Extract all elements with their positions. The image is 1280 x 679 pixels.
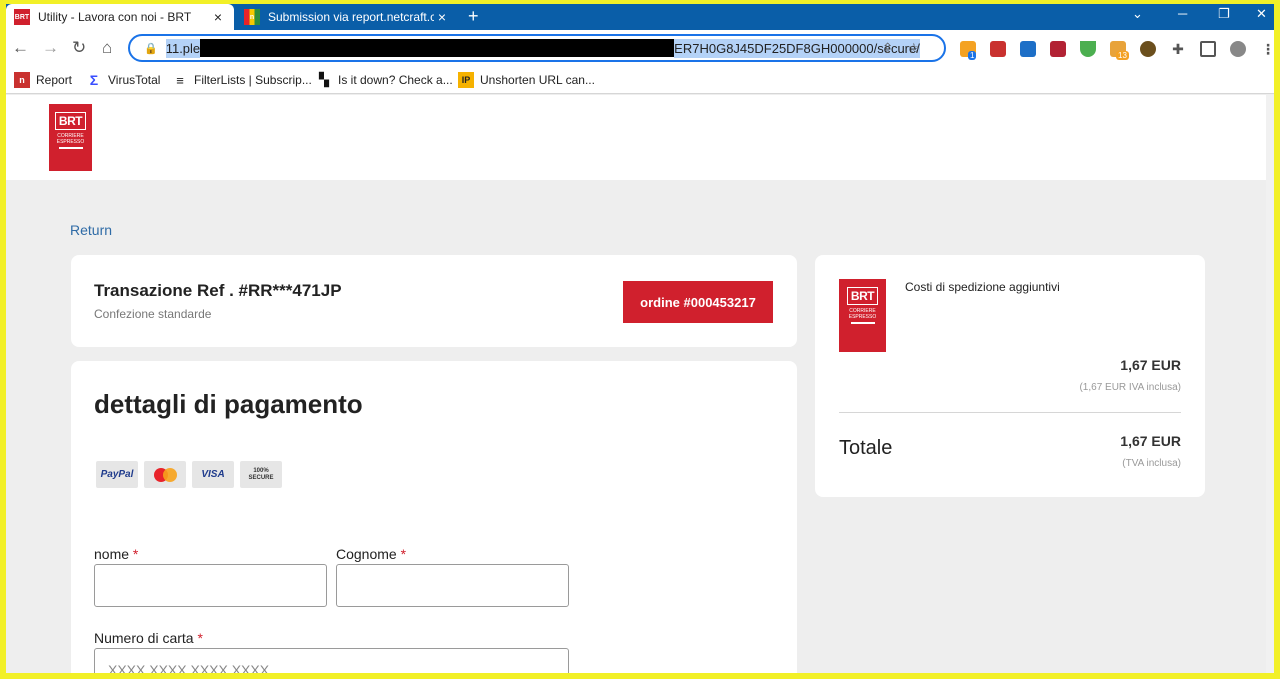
first-name-input[interactable] <box>94 564 327 607</box>
brt-logo[interactable]: BRT CORRIERE ESPRESSO <box>49 104 92 171</box>
filterlists-icon: ≡ <box>176 72 184 88</box>
flag-ext-icon[interactable] <box>1050 41 1066 57</box>
forward-button[interactable]: → <box>42 38 59 58</box>
payment-title: dettagli di pagamento <box>94 389 363 419</box>
total-label: Totale <box>839 437 893 459</box>
browser-toolbar: ← → ↻ ⌂ 🔒 11.ple ER7H0G8J45DF25DF8GH0000… <box>6 30 1274 66</box>
bookmark-label: Report <box>36 73 73 87</box>
brt-logo-small: BRT CORRIERE ESPRESSO <box>839 279 886 352</box>
total-price: 1,67 EUR <box>1120 433 1181 449</box>
tab-title: Utility - Lavora con noi - BRT <box>38 10 192 24</box>
card-logos: PayPal VISA 100% SECURE <box>96 461 282 488</box>
bookmark-label: FilterLists | Subscrip... <box>194 73 312 87</box>
unshorten-icon: IP <box>458 72 474 88</box>
globe-ext-icon[interactable] <box>1140 41 1156 57</box>
profile-avatar-icon[interactable] <box>1230 41 1246 57</box>
browser-window: BRT Utility - Lavora con noi - BRT × n S… <box>6 4 1274 673</box>
netcraft-icon: n <box>14 72 30 88</box>
address-bar[interactable]: 🔒 11.ple ER7H0G8J45DF25DF8GH000000/secur… <box>128 34 946 62</box>
total-vat-note: (TVA inclusa) <box>1122 458 1181 469</box>
share-star-icons[interactable]: ⇪☆ <box>882 40 934 57</box>
ext-badge: 13 <box>1116 51 1129 60</box>
back-button[interactable]: ← <box>12 38 29 58</box>
shield-ext-icon[interactable] <box>1020 41 1036 57</box>
page-scrollbar[interactable] <box>1266 95 1274 673</box>
ext-badge: 1 <box>968 51 977 60</box>
tab-netcraft[interactable]: n Submission via report.netcraft.co × <box>236 4 458 30</box>
minimize-button[interactable]: ─ <box>1178 6 1187 21</box>
restore-button[interactable]: ❐ <box>1218 6 1230 22</box>
order-badge: ordine #000453217 <box>623 281 773 323</box>
url-start: 11.ple <box>165 38 201 58</box>
virustotal-icon: Σ <box>89 72 99 88</box>
reload-button[interactable]: ↻ <box>72 38 86 58</box>
secure-badge-icon: 100% SECURE <box>240 461 282 488</box>
bookmark-isitdown[interactable]: ▚ Is it down? Check a... <box>316 72 453 88</box>
last-name-label: Cognome * <box>336 546 407 562</box>
new-tab-button[interactable]: + <box>468 6 479 27</box>
url-redaction <box>200 39 675 57</box>
return-link[interactable]: Return <box>70 222 112 238</box>
site-header: BRT CORRIERE ESPRESSO <box>6 95 1274 180</box>
tab-bar: BRT Utility - Lavora con noi - BRT × n S… <box>6 4 1274 30</box>
shipping-description: Costi di spedizione aggiuntivi <box>905 280 1060 294</box>
card-number-input[interactable] <box>94 648 569 673</box>
kebab-menu-icon[interactable]: ⋮ <box>1260 41 1274 57</box>
summary-divider <box>839 412 1181 413</box>
shipping-price: 1,67 EUR <box>1120 357 1181 373</box>
last-name-input[interactable] <box>336 564 569 607</box>
brt-favicon-icon: BRT <box>14 9 30 25</box>
tab-search-icon[interactable]: ⌄ <box>1132 6 1143 22</box>
close-window-button[interactable]: ✕ <box>1256 6 1267 22</box>
lock-icon[interactable]: 🔒 <box>144 42 158 55</box>
bookmark-label: Is it down? Check a... <box>338 73 453 87</box>
isitdown-icon: ▚ <box>319 72 329 87</box>
bookmark-virustotal[interactable]: Σ VirusTotal <box>86 72 161 88</box>
payment-card: dettagli di pagamento PayPal VISA 100% S… <box>71 361 797 673</box>
close-tab-icon[interactable]: × <box>210 9 226 25</box>
card-number-label: Numero di carta * <box>94 630 203 646</box>
shipping-vat-note: (1,67 EUR IVA inclusa) <box>1079 382 1181 393</box>
mastercard-icon <box>144 461 186 488</box>
bookmark-label: VirusTotal <box>108 73 161 87</box>
side-panel-icon[interactable] <box>1200 41 1216 57</box>
transaction-ref: Transazione Ref . #RR***471JP <box>94 281 342 300</box>
netcraft-ext-icon[interactable] <box>990 41 1006 57</box>
tab-brt[interactable]: BRT Utility - Lavora con noi - BRT × <box>6 4 234 30</box>
bookmark-label: Unshorten URL can... <box>480 73 595 87</box>
visa-icon: VISA <box>192 461 234 488</box>
transaction-subtitle: Confezione standarde <box>94 307 212 321</box>
bookmarks-bar: n Report Σ VirusTotal ≡ FilterLists | Su… <box>6 66 1274 94</box>
order-summary-card: BRT CORRIERE ESPRESSO Costi di spedizion… <box>815 255 1205 497</box>
adguard-ext-icon[interactable] <box>1080 41 1096 57</box>
netcraft-favicon-icon: n <box>244 9 260 25</box>
bookmark-report[interactable]: n Report <box>14 72 72 88</box>
home-button[interactable]: ⌂ <box>102 38 112 58</box>
transaction-card: Transazione Ref . #RR***471JP Confezione… <box>71 255 797 347</box>
tab-title: Submission via report.netcraft.co <box>268 10 434 24</box>
bookmark-unshorten[interactable]: IP Unshorten URL can... <box>458 72 595 88</box>
paypal-icon: PayPal <box>96 461 138 488</box>
first-name-label: nome * <box>94 546 139 562</box>
close-tab-icon[interactable]: × <box>434 9 450 25</box>
bookmark-filterlists[interactable]: ≡ FilterLists | Subscrip... <box>172 72 312 88</box>
puzzle-extensions-icon[interactable]: ✚ <box>1170 41 1186 57</box>
